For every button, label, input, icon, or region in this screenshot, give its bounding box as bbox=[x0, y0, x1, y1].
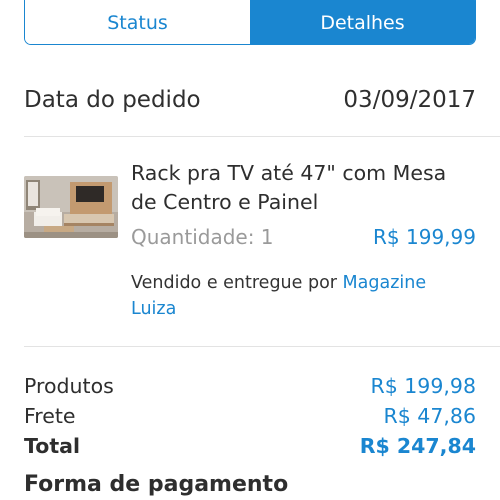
tabs-segmented-control: Status Detalhes bbox=[24, 0, 476, 45]
product-quantity: Quantidade: 1 bbox=[131, 225, 274, 249]
order-totals: Produtos R$ 199,98 Frete R$ 47,86 Total … bbox=[24, 371, 476, 461]
totals-row-total: Total R$ 247,84 bbox=[24, 431, 476, 461]
total-label: Total bbox=[24, 434, 81, 458]
total-value: R$ 247,84 bbox=[359, 434, 476, 458]
product-price: R$ 199,99 bbox=[373, 225, 476, 249]
payment-section-title: Forma de pagamento bbox=[24, 472, 289, 497]
products-value: R$ 199,98 bbox=[370, 374, 476, 398]
order-details-screen: Status Detalhes Data do pedido 03/09/201… bbox=[0, 0, 500, 500]
product-title[interactable]: Rack pra TV até 47" com Mesa de Centro e… bbox=[131, 159, 476, 217]
product-qty-price-row: Quantidade: 1 R$ 199,99 bbox=[131, 222, 476, 252]
totals-row-products: Produtos R$ 199,98 bbox=[24, 371, 476, 401]
shipping-value: R$ 47,86 bbox=[383, 404, 477, 428]
product-image bbox=[24, 176, 118, 238]
order-date-label: Data do pedido bbox=[24, 87, 201, 113]
totals-row-shipping: Frete R$ 47,86 bbox=[24, 401, 476, 431]
divider bbox=[24, 136, 500, 137]
seller-info: Vendido e entregue por Magazine Luiza bbox=[131, 270, 476, 322]
order-date-row: Data do pedido 03/09/2017 bbox=[24, 82, 476, 118]
product-thumbnail[interactable] bbox=[24, 176, 118, 238]
tab-details[interactable]: Detalhes bbox=[250, 0, 475, 44]
tab-status[interactable]: Status bbox=[25, 0, 250, 44]
shipping-label: Frete bbox=[24, 404, 76, 428]
divider bbox=[24, 346, 500, 347]
products-label: Produtos bbox=[24, 374, 114, 398]
order-date-value: 03/09/2017 bbox=[343, 87, 476, 113]
seller-prefix: Vendido e entregue por bbox=[131, 273, 343, 293]
